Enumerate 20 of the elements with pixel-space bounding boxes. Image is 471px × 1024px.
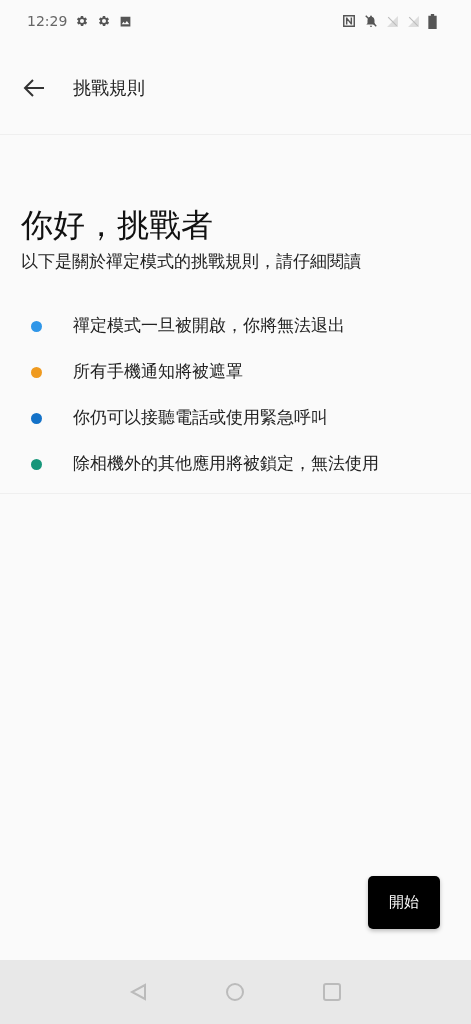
nfc-icon xyxy=(342,14,356,28)
back-nav-button[interactable] xyxy=(128,982,148,1002)
no-signal-icon xyxy=(407,14,420,28)
greeting-heading: 你好，挑戰者 xyxy=(21,205,214,245)
rule-text: 除相機外的其他應用將被鎖定，無法使用 xyxy=(73,453,379,475)
status-time: 12:29 xyxy=(27,13,68,29)
image-icon xyxy=(119,14,133,28)
recents-nav-button[interactable] xyxy=(322,982,342,1002)
battery-icon xyxy=(428,13,437,29)
rule-text: 你仍可以接聽電話或使用緊急呼叫 xyxy=(73,407,328,429)
bell-off-icon xyxy=(364,14,378,28)
no-signal-icon xyxy=(386,14,399,28)
rule-text: 禪定模式一旦被開啟，你將無法退出 xyxy=(73,315,345,337)
start-button[interactable]: 開始 xyxy=(368,876,440,929)
gear-icon xyxy=(75,14,90,28)
intro-text: 以下是關於禪定模式的挑戰規則，請仔細閱讀 xyxy=(21,251,362,273)
home-nav-button[interactable] xyxy=(225,982,245,1002)
gear-icon xyxy=(97,14,112,28)
page-title: 挑戰規則 xyxy=(73,76,145,100)
rule-text: 所有手機通知將被遮罩 xyxy=(73,361,243,383)
